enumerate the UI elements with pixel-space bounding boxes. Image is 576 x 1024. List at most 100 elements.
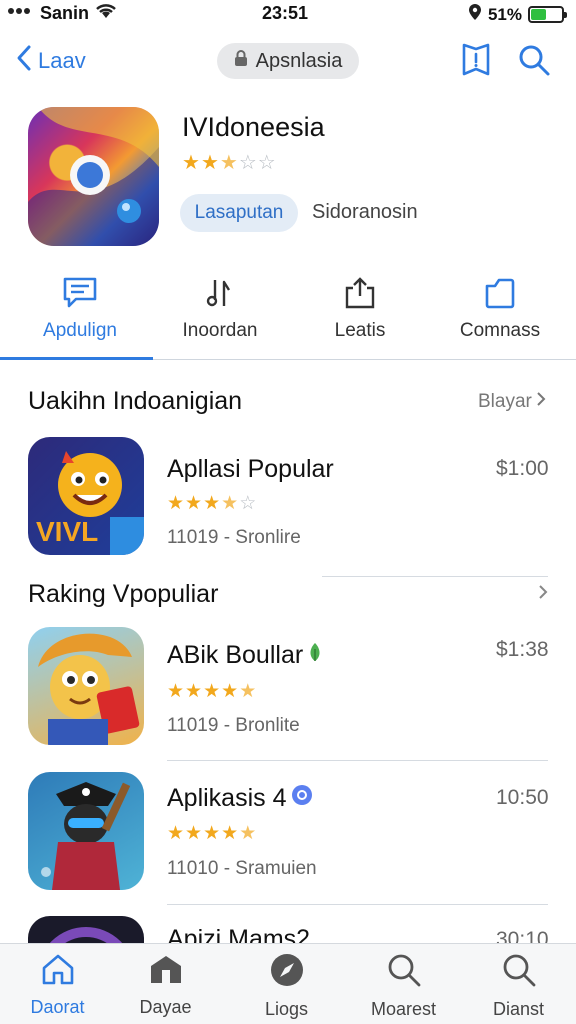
app-meta: 11010 - Sramuien [167, 858, 317, 879]
audio-icon [205, 270, 235, 316]
location-icon [468, 3, 482, 26]
verified-badge-icon [291, 784, 313, 813]
back-button[interactable]: Laav [16, 44, 86, 78]
tab-inoordan[interactable]: Inoordan [148, 270, 292, 360]
app-name-text: Apllasi Popular [167, 455, 334, 483]
star-icon: ★ [219, 152, 239, 174]
carrier: Sanin [8, 3, 117, 24]
bottom-tab-bar: Daorat Dayae Liogs Moarest Dianst [0, 943, 576, 1024]
message-icon [62, 270, 98, 316]
segment-tabs: Apdulign Inoordan Leatis Comnass [0, 270, 576, 360]
bottom-tab-liogs[interactable]: Liogs [229, 944, 344, 1024]
app-meta: 11019 - Bronlite [167, 715, 300, 736]
app-meta: 11019 - Sronlire [167, 527, 301, 548]
app-price[interactable]: $1:38 [496, 638, 549, 662]
share-icon [343, 270, 377, 316]
title-pill-label: Apsnlasia [255, 49, 343, 72]
section-title: Raking Vpopuliar [28, 580, 219, 608]
bottom-tab-moarest[interactable]: Moarest [346, 944, 461, 1024]
compass-icon [269, 952, 305, 993]
carrier-signal-icon [8, 3, 34, 24]
bottom-tab-label: Dayae [139, 997, 192, 1017]
star-icon: ★ [167, 823, 186, 844]
chevron-right-icon [538, 584, 548, 606]
section-more-button[interactable] [538, 584, 548, 606]
app-icon-pirate[interactable] [28, 772, 144, 890]
star-icon: ★ [221, 823, 240, 844]
star-icon: ☆ [239, 493, 258, 514]
back-label: Laav [38, 48, 86, 73]
tab-label: Leatis [334, 320, 386, 341]
star-icon: ★ [203, 681, 222, 702]
app-name[interactable]: ABik Boullar [167, 641, 323, 670]
chevron-right-icon [536, 391, 546, 413]
search-button[interactable] [516, 42, 552, 82]
app-name-text: Aplikasis 4 [167, 784, 287, 812]
see-all-link[interactable]: Blayar [478, 391, 546, 413]
tab-label: Inoordan [182, 320, 258, 341]
tab-label: Apdulign [43, 320, 117, 341]
star-icon: ★ [167, 493, 186, 514]
star-icon: ★ [185, 823, 204, 844]
folder-icon [483, 270, 517, 316]
star-icon: ★ [185, 493, 204, 514]
bottom-tab-label: Dianst [492, 999, 545, 1019]
battery-icon [528, 6, 567, 23]
tab-label: Comnass [459, 320, 541, 341]
app-rating: ★★★★★ [167, 680, 257, 703]
leaf-badge-icon [307, 641, 323, 670]
developer-name: Sidoranosin [312, 201, 418, 223]
hero-app-icon[interactable] [28, 107, 159, 246]
bookmark-button[interactable] [458, 42, 494, 82]
status-right: 51% [468, 3, 567, 26]
star-icon: ★ [185, 681, 204, 702]
active-tab-indicator [0, 357, 153, 360]
star-icon: ★ [167, 681, 186, 702]
star-icon: ☆ [257, 152, 277, 174]
title-pill[interactable]: Apsnlasia [217, 43, 359, 79]
star-icon: ★ [200, 152, 220, 174]
bottom-tab-label: Moarest [370, 999, 437, 1019]
chevron-left-icon [16, 44, 32, 78]
bottom-tab-label: Daorat [30, 997, 85, 1017]
category-chip[interactable]: Lasaputan [180, 194, 298, 232]
app-price[interactable]: $1:00 [496, 457, 549, 481]
status-bar: Sanin 23:51 51% [0, 0, 576, 30]
status-time: 23:51 [262, 3, 309, 23]
app-rating: ★★★★★ [167, 822, 257, 845]
search-icon [386, 952, 422, 993]
star-icon: ☆ [238, 152, 258, 174]
svg-text:VIVL: VIVL [36, 516, 98, 547]
star-icon: ★ [239, 823, 258, 844]
wifi-icon [95, 3, 117, 24]
lock-icon [234, 49, 248, 73]
star-icon: ★ [203, 823, 222, 844]
app-name-text: ABik Boullar [167, 641, 304, 669]
battery-percent: 51% [487, 4, 522, 24]
search-icon [517, 43, 551, 82]
bottom-tab-dianst[interactable]: Dianst [461, 944, 576, 1024]
bottom-tab-daorat[interactable]: Daorat [0, 944, 115, 1024]
app-name[interactable]: Aplikasis 4 [167, 784, 313, 813]
app-price[interactable]: 10:50 [496, 786, 549, 810]
divider [322, 576, 548, 577]
app-icon-cartoon[interactable] [28, 627, 144, 745]
bookmark-icon [460, 41, 492, 84]
nav-bar: Laav Apsnlasia [0, 38, 576, 88]
tab-apdulign[interactable]: Apdulign [8, 270, 152, 360]
divider [167, 760, 548, 761]
star-icon: ★ [221, 681, 240, 702]
bottom-tab-dayae[interactable]: Dayae [108, 944, 223, 1024]
star-icon: ★ [221, 493, 240, 514]
star-icon: ★ [182, 152, 201, 174]
tab-leatis[interactable]: Leatis [288, 270, 432, 360]
app-icon-emoji[interactable]: VIVL [28, 437, 144, 555]
star-icon: ★ [239, 681, 258, 702]
carrier-name: Sanin [40, 3, 90, 23]
star-icon: ★ [203, 493, 222, 514]
app-name[interactable]: Apllasi Popular [167, 455, 334, 484]
app-title: IVIdoneesia [182, 112, 325, 142]
tab-comnass[interactable]: Comnass [428, 270, 572, 360]
section-title: Uakihn Indoanigian [28, 387, 243, 415]
store-icon [148, 952, 184, 991]
